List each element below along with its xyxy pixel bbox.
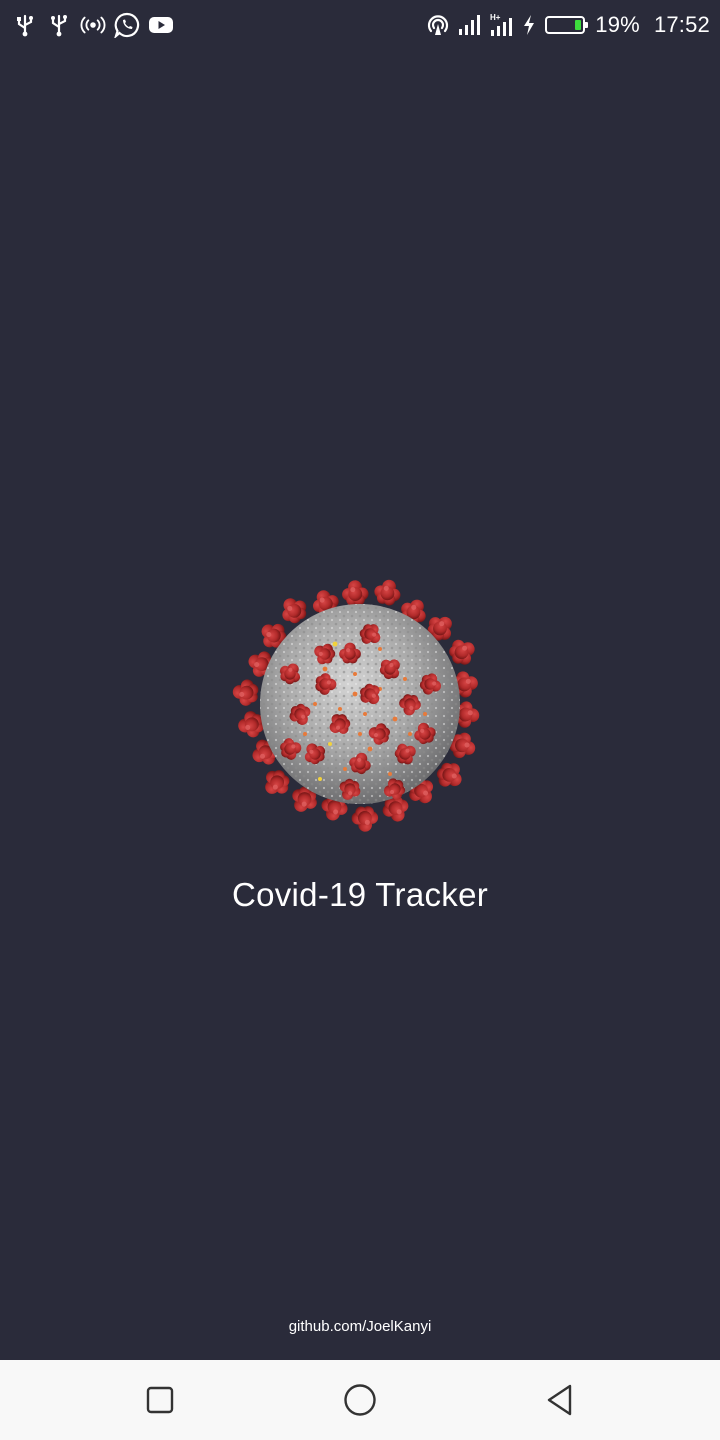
home-icon [344,1384,376,1416]
network-type-label: H+ [490,13,501,22]
virus-protein-dot [358,732,362,736]
hotspot-icon [80,12,106,38]
wifi-hotspot-icon [425,12,451,38]
navigation-bar [0,1360,720,1440]
battery-level-fill [575,20,582,30]
clock: 17:52 [653,12,710,37]
virus-spike [342,580,369,606]
recents-icon [146,1386,174,1414]
virus-protein-dot [343,767,347,771]
virus-protein-dot [367,746,373,752]
virus-protein-dot [338,707,342,711]
virus-protein-dot [328,742,332,746]
app-title: Covid-19 Tracker [231,876,489,913]
signal-icon [457,12,483,38]
system-status: H+ 19% 17:52 [425,10,710,40]
virus-spike [232,679,259,706]
virus-protein-dot [363,712,367,716]
whatsapp-icon [114,12,140,38]
back-icon [547,1384,572,1416]
status-bar: H+ 19% 17:52 [0,0,720,50]
virus-protein-dot [403,677,407,681]
notification-icons [12,10,174,40]
developer-credit: github.com/JoelKanyi [288,1318,432,1335]
splash-screen: H+ 19% 17:52 Covid-19 Tracker github.com… [0,0,720,1440]
virus-protein-dot [378,647,382,651]
virus-spike [374,579,401,606]
virus-protein-dot [423,712,427,716]
virus-protein-dot [303,732,307,736]
battery-percent: 19% [595,12,640,37]
back-button[interactable] [540,1380,580,1420]
virus-protein-dot [313,702,317,706]
battery-icon [545,16,589,34]
virus-protein-dot [352,691,358,697]
virus-protein-dot [332,641,338,647]
usb-icon [46,12,72,38]
usb-icon [12,12,38,38]
signal-hplus-icon: H+ [489,12,515,38]
virus-protein-dot [318,777,322,781]
virus-protein-dot [408,732,412,736]
virus-protein-dot [322,666,328,672]
virus-protein-dot [392,716,398,722]
virus-protein-dot [388,772,392,776]
virus-protein-dot [353,672,357,676]
youtube-icon [148,12,174,38]
home-button[interactable] [340,1380,380,1420]
recents-button[interactable] [140,1380,180,1420]
coronavirus-icon [230,574,490,834]
virus-spike [351,806,379,832]
charging-icon [521,12,537,38]
